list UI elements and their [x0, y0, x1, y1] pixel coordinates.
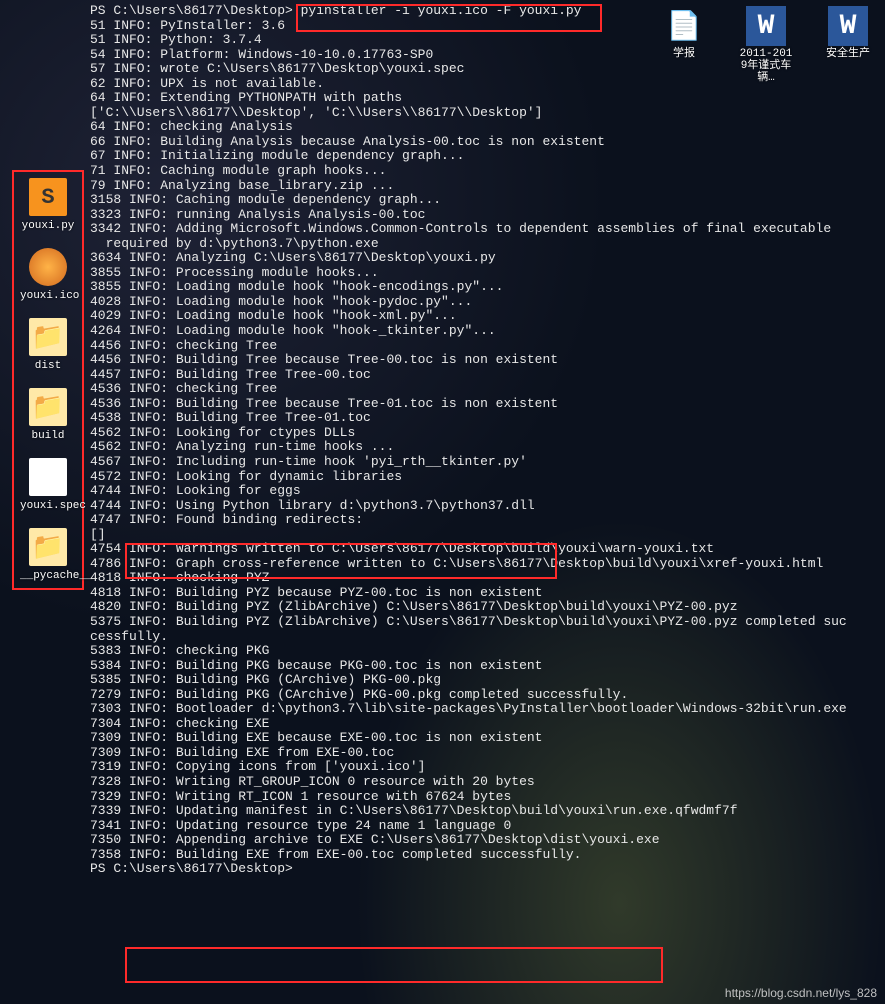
terminal-line: 4536 INFO: Building Tree because Tree-01… — [90, 397, 881, 412]
terminal-line: 66 INFO: Building Analysis because Analy… — [90, 135, 881, 150]
terminal-line: 7304 INFO: checking EXE — [90, 717, 881, 732]
terminal-line: 4744 INFO: Looking for eggs — [90, 484, 881, 499]
terminal-line: PS C:\Users\86177\Desktop> — [90, 862, 881, 877]
desktop-icon-dist[interactable]: 📁 dist — [20, 318, 76, 372]
terminal-line: 7303 INFO: Bootloader d:\python3.7\lib\s… — [90, 702, 881, 717]
terminal-line: cessfully. — [90, 630, 881, 645]
powershell-terminal[interactable]: PS C:\Users\86177\Desktop> pyinstaller -… — [90, 4, 881, 1000]
terminal-line: 3158 INFO: Caching module dependency gra… — [90, 193, 881, 208]
folder-icon: 📁 — [29, 528, 67, 566]
terminal-line: 5383 INFO: checking PKG — [90, 644, 881, 659]
terminal-line: 64 INFO: checking Analysis — [90, 120, 881, 135]
terminal-line: 4536 INFO: checking Tree — [90, 382, 881, 397]
terminal-line: 5385 INFO: Building PKG (CArchive) PKG-0… — [90, 673, 881, 688]
terminal-line: 7309 INFO: Building EXE from EXE-00.toc — [90, 746, 881, 761]
terminal-line: 4029 INFO: Loading module hook "hook-xml… — [90, 309, 881, 324]
terminal-line: 4264 INFO: Loading module hook "hook-_tk… — [90, 324, 881, 339]
icon-label: youxi.ico — [20, 290, 76, 302]
terminal-line: 51 INFO: Python: 3.7.4 — [90, 33, 881, 48]
icon-label: __pycache__ — [20, 570, 76, 582]
terminal-line: 79 INFO: Analyzing base_library.zip ... — [90, 179, 881, 194]
terminal-line: 7279 INFO: Building PKG (CArchive) PKG-0… — [90, 688, 881, 703]
highlight-box-python-lib — [125, 543, 557, 579]
icon-label: dist — [20, 360, 76, 372]
terminal-line: 3634 INFO: Analyzing C:\Users\86177\Desk… — [90, 251, 881, 266]
icon-label: youxi.spec — [20, 500, 76, 512]
terminal-line: 57 INFO: wrote C:\Users\86177\Desktop\yo… — [90, 62, 881, 77]
desktop-icon-build[interactable]: 📁 build — [20, 388, 76, 442]
terminal-line: 4744 INFO: Using Python library d:\pytho… — [90, 499, 881, 514]
icon-label: build — [20, 430, 76, 442]
terminal-line: 67 INFO: Initializing module dependency … — [90, 149, 881, 164]
desktop-icon-pycache[interactable]: 📁 __pycache__ — [20, 528, 76, 582]
terminal-line: 64 INFO: Extending PYTHONPATH with paths — [90, 91, 881, 106]
terminal-line: 7350 INFO: Appending archive to EXE C:\U… — [90, 833, 881, 848]
watermark: https://blog.csdn.net/lys_828 — [725, 986, 877, 1000]
terminal-line: 4456 INFO: checking Tree — [90, 339, 881, 354]
terminal-line: 4457 INFO: Building Tree Tree-00.toc — [90, 368, 881, 383]
terminal-line: 62 INFO: UPX is not available. — [90, 77, 881, 92]
desktop-icon-youxi-py[interactable]: S youxi.py — [20, 178, 76, 232]
terminal-line: 4567 INFO: Including run-time hook 'pyi_… — [90, 455, 881, 470]
terminal-line: 7358 INFO: Building EXE from EXE-00.toc … — [90, 848, 881, 863]
terminal-line: 54 INFO: Platform: Windows-10-10.0.17763… — [90, 48, 881, 63]
terminal-line: ['C:\\Users\\86177\\Desktop', 'C:\\Users… — [90, 106, 881, 121]
terminal-line: 3323 INFO: running Analysis Analysis-00.… — [90, 208, 881, 223]
terminal-line: 7339 INFO: Updating manifest in C:\Users… — [90, 804, 881, 819]
sublime-icon: S — [29, 178, 67, 216]
terminal-line: 4747 INFO: Found binding redirects: — [90, 513, 881, 528]
terminal-line: 4818 INFO: Building PYZ because PYZ-00.t… — [90, 586, 881, 601]
terminal-line: 4538 INFO: Building Tree Tree-01.toc — [90, 411, 881, 426]
folder-icon: 📁 — [29, 388, 67, 426]
terminal-line: 4562 INFO: Analyzing run-time hooks ... — [90, 440, 881, 455]
terminal-line: 7309 INFO: Building EXE because EXE-00.t… — [90, 731, 881, 746]
terminal-line: [] — [90, 528, 881, 543]
highlight-box-command — [296, 4, 602, 32]
terminal-output: PS C:\Users\86177\Desktop> pyinstaller -… — [90, 4, 881, 877]
terminal-line: 4456 INFO: Building Tree because Tree-00… — [90, 353, 881, 368]
terminal-line: 7341 INFO: Updating resource type 24 nam… — [90, 819, 881, 834]
terminal-line: 7319 INFO: Copying icons from ['youxi.ic… — [90, 760, 881, 775]
terminal-line: 3342 INFO: Adding Microsoft.Windows.Comm… — [90, 222, 881, 237]
icon-label: youxi.py — [20, 220, 76, 232]
terminal-line: 5375 INFO: Building PYZ (ZlibArchive) C:… — [90, 615, 881, 630]
desktop-icon-youxi-ico[interactable]: youxi.ico — [20, 248, 76, 302]
terminal-line: 3855 INFO: Processing module hooks... — [90, 266, 881, 281]
terminal-line: 7329 INFO: Writing RT_ICON 1 resource wi… — [90, 790, 881, 805]
folder-icon: 📁 — [29, 318, 67, 356]
terminal-line: 4572 INFO: Looking for dynamic libraries — [90, 470, 881, 485]
terminal-line: required by d:\python3.7\python.exe — [90, 237, 881, 252]
spec-file-icon — [29, 458, 67, 496]
terminal-line: 4028 INFO: Loading module hook "hook-pyd… — [90, 295, 881, 310]
highlighted-desktop-icons: S youxi.py youxi.ico 📁 dist 📁 build youx… — [12, 170, 84, 590]
terminal-line: 4562 INFO: Looking for ctypes DLLs — [90, 426, 881, 441]
highlight-box-build-complete — [125, 947, 663, 983]
terminal-line: 5384 INFO: Building PKG because PKG-00.t… — [90, 659, 881, 674]
ico-icon — [29, 248, 67, 286]
terminal-line: 3855 INFO: Loading module hook "hook-enc… — [90, 280, 881, 295]
terminal-line: 71 INFO: Caching module graph hooks... — [90, 164, 881, 179]
desktop-icon-youxi-spec[interactable]: youxi.spec — [20, 458, 76, 512]
terminal-line: 4820 INFO: Building PYZ (ZlibArchive) C:… — [90, 600, 881, 615]
terminal-line: 7328 INFO: Writing RT_GROUP_ICON 0 resou… — [90, 775, 881, 790]
